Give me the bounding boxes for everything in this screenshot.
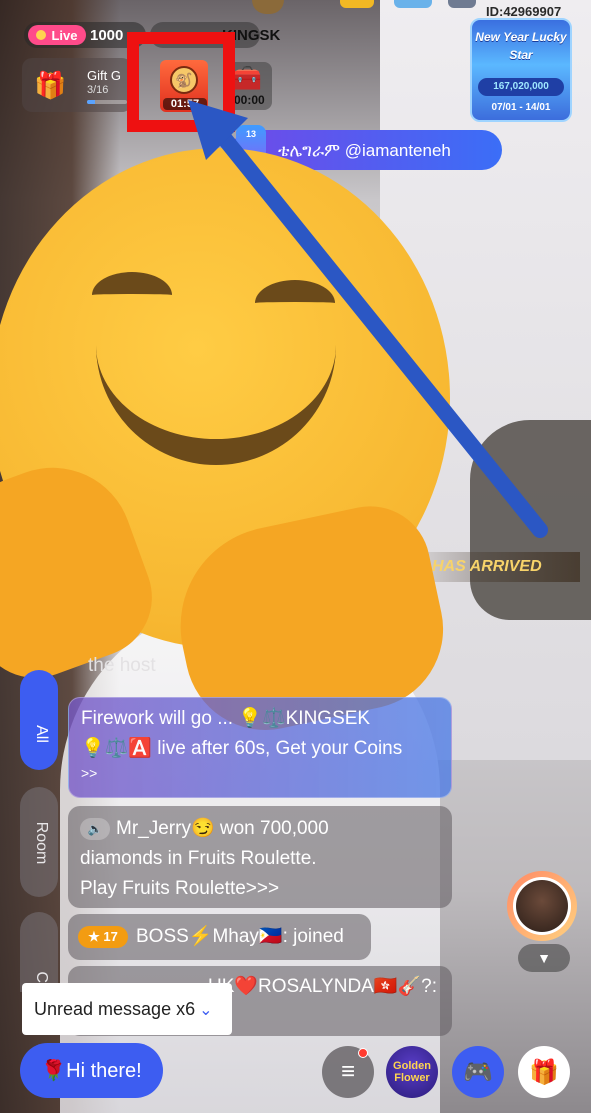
promo-banner-text: ቴሌግራም @iamanteneh bbox=[278, 141, 451, 160]
speaker-icon: 🔈 bbox=[80, 817, 110, 840]
background-sofa bbox=[470, 420, 591, 620]
notification-dot bbox=[358, 1048, 368, 1058]
collapse-button[interactable]: ▼ bbox=[518, 944, 570, 972]
treasure-timer: 00:00 bbox=[234, 93, 265, 107]
chat-message-firework[interactable]: Firework will go ... 💡⚖️KINGSEK 💡⚖️🅰️ li… bbox=[68, 697, 452, 798]
gift-icon[interactable]: 🎁 bbox=[518, 1046, 570, 1098]
treasure-chest-icon: 🧰 bbox=[232, 65, 262, 92]
user-level: 17 bbox=[103, 928, 118, 944]
gift-goal-title: Gift G bbox=[87, 68, 121, 83]
message-line: >> bbox=[81, 765, 98, 781]
viewer-avatar-photo bbox=[516, 880, 568, 932]
golden-flower-game-button[interactable]: Golden Flower bbox=[386, 1046, 438, 1098]
emoji-eye-right bbox=[255, 280, 335, 326]
top-rank-badge-blue[interactable] bbox=[394, 0, 432, 8]
arrival-banner-text: HAS ARRIVED bbox=[432, 558, 542, 575]
viewer-avatar[interactable] bbox=[507, 871, 577, 941]
viewer-count: 1000 bbox=[90, 27, 124, 44]
chevron-down-icon: ⌄ bbox=[199, 1002, 213, 1019]
event-title: New Year Lucky Star bbox=[475, 30, 567, 62]
top-rank-badge-gold[interactable] bbox=[340, 0, 374, 8]
event-dates: 07/01 - 14/01 bbox=[491, 102, 551, 113]
tab-all-label: All bbox=[33, 725, 50, 743]
gift-box-icon: 🎁 bbox=[34, 70, 67, 100]
live-label: Live bbox=[51, 27, 78, 43]
gamepad-icon[interactable]: 🎮 bbox=[452, 1046, 504, 1098]
annotation-highlight-box bbox=[127, 32, 235, 132]
top-avatar[interactable] bbox=[252, 0, 284, 14]
chat-message-roulette[interactable]: 🔈 Mr_Jerry😏 won 700,000 diamonds in Fruit… bbox=[68, 806, 452, 908]
gift-goal-progress-bar bbox=[87, 100, 127, 104]
heart-icon bbox=[36, 30, 47, 40]
message-line: 💡⚖️🅰️ live after 60s, Get your Coins bbox=[81, 738, 403, 759]
event-amount: 167,020,000 bbox=[478, 78, 564, 96]
message-text: BOSS⚡Mhay🇵🇭: joined bbox=[136, 926, 344, 947]
user-level-badge: ★ 17 bbox=[78, 925, 128, 948]
live-badge: Live bbox=[28, 25, 86, 45]
tab-room-label: Room bbox=[33, 821, 50, 865]
top-rank-badge-grey[interactable] bbox=[448, 0, 476, 8]
hi-there-button[interactable]: 🌹Hi there! bbox=[20, 1043, 163, 1098]
gift-goal-progress-fill bbox=[87, 100, 95, 104]
welcome-host-text: the host bbox=[88, 655, 156, 676]
gift-goal-progress: 3/16 bbox=[87, 84, 109, 96]
message-line: 🔈 Mr_Jerry😏 won 700,000 bbox=[80, 814, 440, 844]
viewer-avatar-frame bbox=[513, 877, 571, 935]
play-roulette-link[interactable]: Play Fruits Roulette>>> bbox=[80, 874, 440, 904]
message-line: Firework will go ... 💡⚖️KINGSEK bbox=[81, 708, 371, 729]
chat-message-join[interactable]: ★ 17 BOSS⚡Mhay🇵🇭: joined bbox=[68, 914, 371, 960]
user-id: ID:42969907 bbox=[486, 4, 562, 19]
emoji-eye-left bbox=[92, 272, 172, 318]
message-line: diamonds in Fruits Roulette. bbox=[80, 848, 317, 869]
unread-message-button[interactable]: Unread message x6 ⌄ bbox=[22, 983, 232, 1035]
message-text: Mr_Jerry😏 won 700,000 bbox=[116, 818, 329, 839]
unread-message-text: Unread message x6 bbox=[34, 999, 196, 1019]
